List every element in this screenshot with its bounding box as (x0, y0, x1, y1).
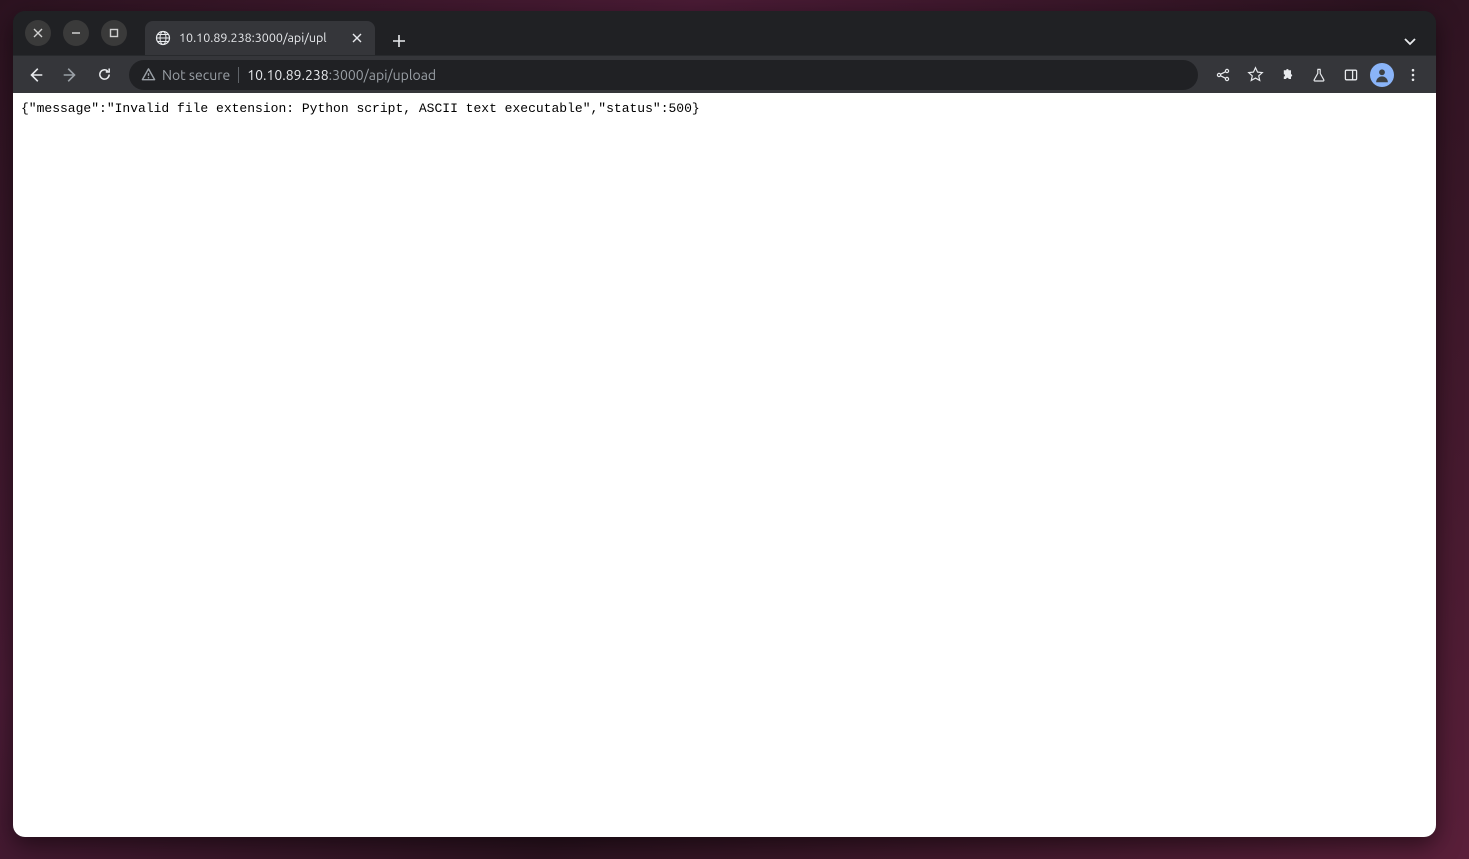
puzzle-icon (1279, 67, 1295, 83)
tab-search-button[interactable] (1396, 27, 1424, 55)
share-icon (1215, 67, 1231, 83)
globe-icon (155, 30, 171, 46)
panel-icon (1343, 67, 1359, 83)
desktop-background: 10.10.89.238:3000/api/upl (0, 0, 1469, 859)
security-label: Not secure (162, 67, 230, 83)
url-display: 10.10.89.238:3000/api/upload (247, 67, 436, 83)
side-panel-button[interactable] (1336, 60, 1366, 90)
tabstrip: 10.10.89.238:3000/api/upl (145, 11, 1428, 55)
warning-icon (141, 67, 156, 82)
back-button[interactable] (21, 60, 51, 90)
window-minimize-button[interactable] (63, 20, 89, 46)
window-close-button[interactable] (25, 20, 51, 46)
toolbar-actions (1208, 60, 1428, 90)
reload-icon (96, 66, 113, 83)
arrow-left-icon (27, 66, 45, 84)
addressbar-divider (238, 67, 239, 83)
maximize-icon (109, 28, 119, 38)
response-body: {"message":"Invalid file extension: Pyth… (21, 101, 1428, 116)
browser-tab-active[interactable]: 10.10.89.238:3000/api/upl (145, 21, 375, 55)
page-viewport: {"message":"Invalid file extension: Pyth… (13, 93, 1436, 837)
new-tab-button[interactable] (385, 27, 413, 55)
url-host: 10.10.89.238 (247, 67, 328, 83)
share-button[interactable] (1208, 60, 1238, 90)
reload-button[interactable] (89, 60, 119, 90)
arrow-right-icon (61, 66, 79, 84)
profile-button[interactable] (1370, 63, 1394, 87)
chevron-down-icon (1403, 34, 1417, 48)
extensions-button[interactable] (1272, 60, 1302, 90)
window-maximize-button[interactable] (101, 20, 127, 46)
titlebar: 10.10.89.238:3000/api/upl (13, 11, 1436, 55)
plus-icon (392, 34, 406, 48)
three-dots-icon (1405, 67, 1421, 83)
star-icon (1247, 66, 1264, 83)
person-icon (1373, 66, 1391, 84)
browser-window: 10.10.89.238:3000/api/upl (13, 11, 1436, 837)
url-path: :3000/api/upload (329, 67, 436, 83)
close-icon (33, 28, 43, 38)
flask-icon (1311, 67, 1327, 83)
bookmark-button[interactable] (1240, 60, 1270, 90)
address-bar[interactable]: Not secure 10.10.89.238:3000/api/upload (129, 60, 1198, 90)
window-controls-group (25, 20, 127, 46)
minimize-icon (71, 28, 81, 38)
menu-button[interactable] (1398, 60, 1428, 90)
security-indicator[interactable]: Not secure (141, 67, 230, 83)
close-icon (352, 33, 362, 43)
toolbar: Not secure 10.10.89.238:3000/api/upload (13, 55, 1436, 93)
labs-button[interactable] (1304, 60, 1334, 90)
tab-close-button[interactable] (349, 30, 365, 46)
tab-title: 10.10.89.238:3000/api/upl (179, 31, 341, 45)
forward-button[interactable] (55, 60, 85, 90)
